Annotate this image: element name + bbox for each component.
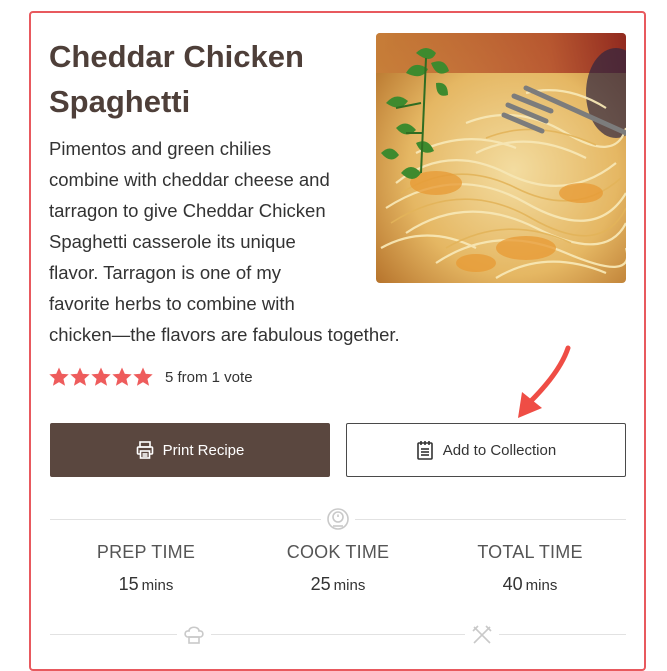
cook-time-number: 25 [310, 574, 331, 594]
summary-line: favorite herbs to combine with [49, 293, 295, 314]
total-time-number: 40 [502, 574, 523, 594]
recipe-title-line-2: Spaghetti [49, 84, 191, 119]
recipe-times: PREP TIME 15 mins COOK TIME 25 mins TOTAL … [50, 540, 626, 598]
recipe-summary: Pimentos and green chilies combine with … [49, 133, 439, 350]
summary-line: tarragon to give Cheddar Chicken [49, 200, 326, 221]
star-icon[interactable] [70, 367, 90, 387]
prep-time: PREP TIME 15 mins [50, 540, 242, 598]
summary-line: Spaghetti casserole its unique [49, 231, 296, 252]
add-to-collection-label: Add to Collection [442, 441, 557, 459]
prep-time-unit: mins [141, 577, 174, 594]
total-time: TOTAL TIME 40 mins [434, 540, 626, 598]
print-recipe-button[interactable]: Print Recipe [50, 423, 330, 477]
cook-time-label: COOK TIME [286, 542, 390, 562]
details-divider [50, 634, 626, 635]
summary-line: combine with cheddar cheese and [49, 169, 330, 190]
prep-time-number: 15 [118, 574, 139, 594]
prep-time-label: PREP TIME [96, 542, 196, 562]
print-recipe-label: Print Recipe [162, 441, 245, 459]
star-rating: 5 from 1 vote [49, 365, 253, 389]
total-time-value: 40 mins [434, 572, 626, 598]
red-arrow-icon [518, 345, 571, 418]
printer-icon [136, 440, 154, 460]
add-to-collection-button[interactable]: Add to Collection [346, 423, 626, 477]
summary-line: chicken—the flavors are fabulous togethe… [49, 324, 400, 345]
timer-icon [321, 506, 355, 532]
rating-text: 5 from 1 vote [165, 368, 253, 386]
prep-time-value: 15 mins [50, 572, 242, 598]
cook-time-value: 25 mins [242, 572, 434, 598]
chef-hat-icon [177, 622, 211, 648]
cook-time: COOK TIME 25 mins [242, 540, 434, 598]
star-icon[interactable] [91, 367, 111, 387]
notepad-icon [416, 440, 434, 460]
star-icon[interactable] [49, 367, 69, 387]
fork-knife-icon [465, 622, 499, 648]
total-time-label: TOTAL TIME [477, 542, 583, 562]
cook-time-unit: mins [333, 577, 366, 594]
rating-stars[interactable] [49, 367, 153, 387]
recipe-title-line-1: Cheddar Chicken [49, 39, 304, 74]
summary-line: flavor. Tarragon is one of my [49, 262, 282, 283]
total-time-unit: mins [525, 577, 558, 594]
star-icon[interactable] [112, 367, 132, 387]
recipe-title: Cheddar Chicken Spaghetti [49, 34, 349, 124]
star-icon[interactable] [133, 367, 153, 387]
summary-line: Pimentos and green chilies [49, 138, 272, 159]
